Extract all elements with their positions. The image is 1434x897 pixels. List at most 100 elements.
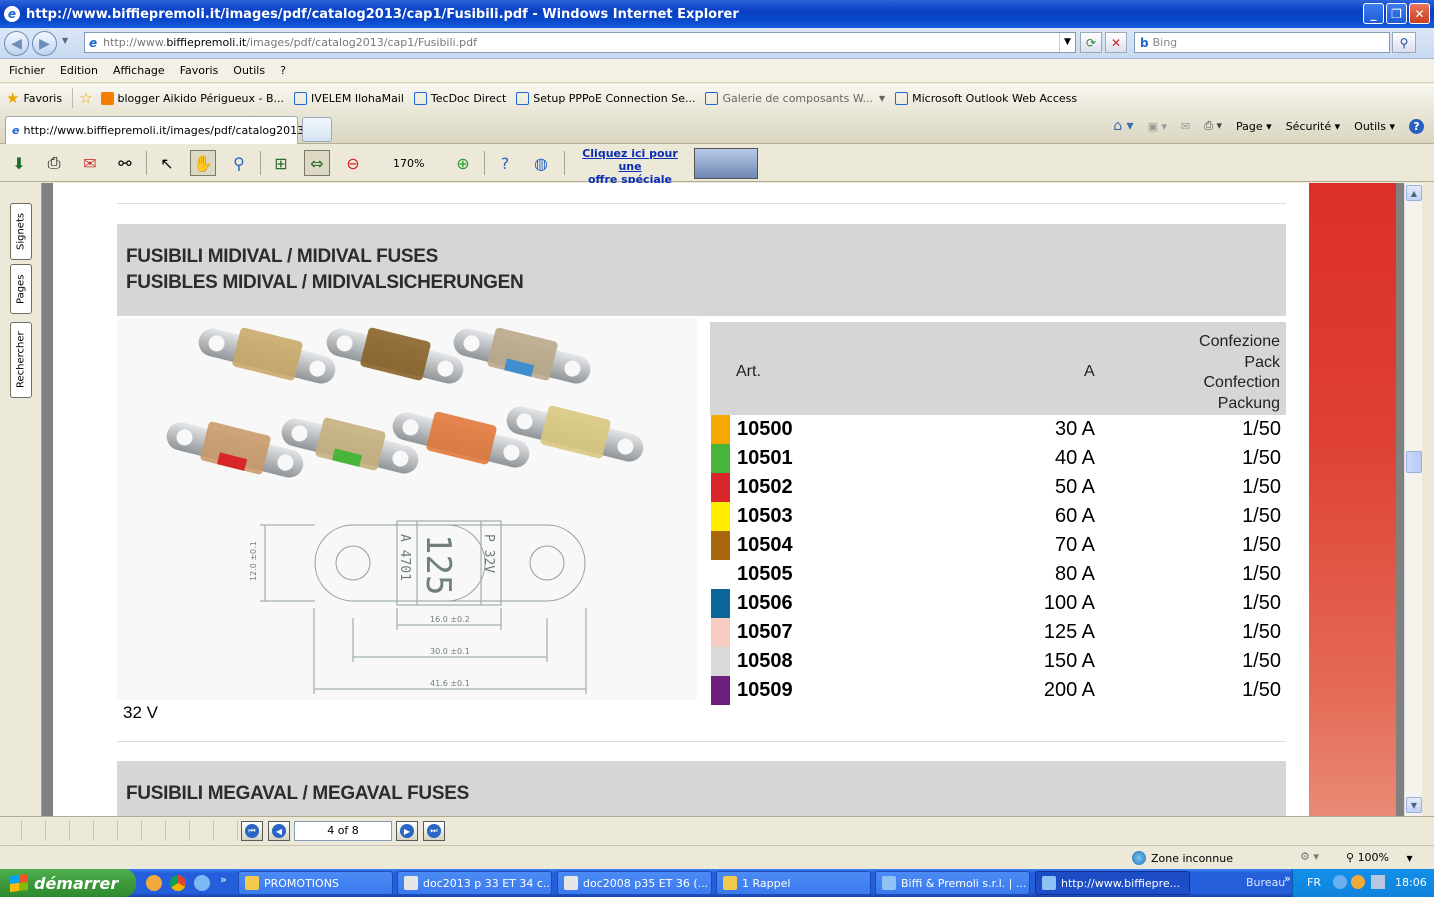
tab-signets[interactable]: Signets <box>10 203 32 260</box>
protected-mode-icon[interactable]: ⚙ ▾ <box>1300 850 1319 863</box>
menu-favoris[interactable]: Favoris <box>180 64 219 77</box>
next-page-button[interactable]: ▶ <box>396 821 418 841</box>
mail-quicklaunch-icon[interactable] <box>146 875 162 891</box>
menu-outils[interactable]: Outils <box>233 64 265 77</box>
fit-width-icon[interactable]: ⇔ <box>304 150 330 176</box>
add-favorite-icon[interactable]: ☆ <box>79 89 92 107</box>
first-page-button[interactable]: ⏮ <box>241 821 263 841</box>
save-icon[interactable]: ⬇ <box>6 150 32 176</box>
history-dropdown-icon[interactable]: ▼ <box>62 36 68 45</box>
help-icon[interactable]: ? <box>1409 118 1424 134</box>
zoom-icon[interactable]: ⚲ <box>226 150 252 176</box>
chrome-icon[interactable] <box>170 875 186 891</box>
zoom-in-icon[interactable]: ⊕ <box>450 150 476 176</box>
desktop-toolbar-label[interactable]: Bureau <box>1246 876 1285 889</box>
last-page-button[interactable]: ⏭ <box>423 821 445 841</box>
new-tab-button[interactable] <box>302 117 332 142</box>
task-current-ie[interactable]: http://www.biffiepre... <box>1035 871 1190 895</box>
task-biffi[interactable]: Biffi & Premoli s.r.l. | ... <box>875 871 1030 895</box>
minimize-button[interactable]: _ <box>1363 3 1384 24</box>
favorite-item-blogger[interactable]: blogger Aikido Périgueux - B... <box>100 91 285 105</box>
fit-page-icon[interactable]: ⊞ <box>268 150 294 176</box>
language-indicator[interactable]: FR <box>1307 876 1321 889</box>
scroll-down-button[interactable]: ▼ <box>1406 797 1422 813</box>
menu-fichier[interactable]: Fichier <box>9 64 45 77</box>
favorite-item-outlook[interactable]: Microsoft Outlook Web Access <box>895 91 1078 105</box>
favorite-label: blogger Aikido Périgueux - B... <box>117 91 285 105</box>
pdf-viewport[interactable]: FUSIBILI MIDIVAL / MIDIVAL FUSES FUSIBLE… <box>42 183 1404 816</box>
ie-icon: e <box>4 6 20 22</box>
task-promotions[interactable]: PROMOTIONS <box>238 871 393 895</box>
favorites-button[interactable]: ★ Favoris <box>6 89 62 107</box>
ampere-rating: 150 A <box>1043 650 1095 672</box>
promo-image[interactable] <box>694 148 758 179</box>
quick-launch <box>146 875 210 891</box>
tray-back-icon[interactable] <box>1333 875 1347 889</box>
menu-help[interactable]: ? <box>280 64 286 77</box>
stop-button[interactable]: ✕ <box>1105 32 1127 53</box>
feeds-icon[interactable]: ▣ ▾ <box>1148 120 1167 133</box>
favorites-label: Favoris <box>23 91 63 105</box>
toolbar-chevron-icon[interactable]: » <box>1284 872 1291 885</box>
fuse-marking-left: A 4701 <box>397 534 412 581</box>
address-dropdown-icon[interactable]: ▼ <box>1059 33 1075 52</box>
windows-logo-icon <box>10 874 28 892</box>
promo-link[interactable]: Cliquez ici pour une offre spéciale <box>574 147 686 186</box>
start-button[interactable]: démarrer <box>0 869 136 897</box>
vertical-scrollbar[interactable]: ▲ ▼ <box>1404 183 1422 816</box>
find-binoculars-icon[interactable]: ⚯ <box>112 150 138 176</box>
tools-menu[interactable]: Outils ▾ <box>1354 120 1395 133</box>
tab-current[interactable]: e http://www.biffiepremoli.it/images/pdf… <box>5 116 324 144</box>
back-button[interactable]: ◀ <box>4 31 29 56</box>
taskbar: démarrer » PROMOTIONS doc2013 p 33 ET 34… <box>0 869 1434 897</box>
security-zone[interactable]: Zone inconnue <box>1132 851 1233 865</box>
status-zoom[interactable]: ⚲ 100% ▼ <box>1346 851 1413 864</box>
security-menu[interactable]: Sécurité ▾ <box>1286 120 1340 133</box>
scroll-up-button[interactable]: ▲ <box>1406 185 1422 201</box>
maximize-button[interactable]: ❐ <box>1386 3 1407 24</box>
print-icon[interactable]: ⎙ ▾ <box>1204 119 1222 133</box>
tab-pages[interactable]: Pages <box>10 264 32 314</box>
refresh-button[interactable]: ⟳ <box>1080 32 1102 53</box>
favorite-item-tecdoc[interactable]: TecDoc Direct <box>413 91 506 105</box>
search-button[interactable]: ⚲ <box>1392 32 1416 53</box>
mail-icon[interactable]: ✉ <box>1181 120 1190 133</box>
task-rappel[interactable]: 1 Rappel <box>716 871 871 895</box>
pdf-toolbar: ⬇ ⎙ ✉ ⚯ ↖ ✋ ⚲ ⊞ ⇔ ⊖ 170% ⊕ ? ◍ Cliquez i… <box>0 145 1434 186</box>
address-bar[interactable]: e http://www.biffiepremoli.it/images/pdf… <box>84 32 1076 53</box>
favorite-item-galerie[interactable]: Galerie de composants W... ▼ <box>705 91 885 105</box>
home-icon[interactable]: ⌂ ▾ <box>1113 118 1133 134</box>
tab-rechercher[interactable]: Rechercher <box>10 322 32 398</box>
menu-edition[interactable]: Edition <box>60 64 98 77</box>
ie-icon <box>1042 876 1056 890</box>
hand-tool-icon[interactable]: ✋ <box>190 150 216 176</box>
page-number-field[interactable]: 4 of 8 <box>294 821 392 841</box>
close-button[interactable]: ✕ <box>1409 3 1430 24</box>
zoom-level[interactable]: 170% <box>393 157 424 170</box>
task-doc2013[interactable]: doc2013 p 33 ET 34 c... <box>397 871 552 895</box>
zoom-out-icon[interactable]: ⊖ <box>340 150 366 176</box>
previous-page-button[interactable]: ◀ <box>268 821 290 841</box>
page-menu[interactable]: Page ▾ <box>1236 120 1272 133</box>
scroll-thumb[interactable] <box>1406 451 1422 473</box>
reader-icon[interactable]: ◍ <box>528 150 554 176</box>
search-input[interactable]: b Bing <box>1134 32 1390 53</box>
packaging: 1/50 <box>1242 592 1281 614</box>
tray-messenger-icon[interactable] <box>1351 875 1365 889</box>
task-doc2008[interactable]: doc2008 p35 ET 36 (... <box>557 871 712 895</box>
color-swatch <box>711 531 730 560</box>
print-icon[interactable]: ⎙ <box>41 150 67 176</box>
select-cursor-icon[interactable]: ↖ <box>154 150 180 176</box>
ie-quicklaunch-icon[interactable] <box>194 875 210 891</box>
email-icon[interactable]: ✉ <box>77 150 103 176</box>
quicklaunch-chevron-icon[interactable]: » <box>220 873 227 886</box>
forward-button[interactable]: ▶ <box>32 31 57 56</box>
help-icon[interactable]: ? <box>492 150 518 176</box>
fuse-amber <box>198 327 336 384</box>
favorite-item-ivelem[interactable]: IVELEM IlohaMail <box>294 91 404 105</box>
favorite-item-pppoe[interactable]: Setup PPPoE Connection Se... <box>516 91 695 105</box>
chevron-down-icon[interactable]: ▼ <box>879 94 885 103</box>
favorite-label: Microsoft Outlook Web Access <box>912 91 1078 105</box>
tray-network-icon[interactable] <box>1371 875 1385 889</box>
menu-affichage[interactable]: Affichage <box>113 64 165 77</box>
